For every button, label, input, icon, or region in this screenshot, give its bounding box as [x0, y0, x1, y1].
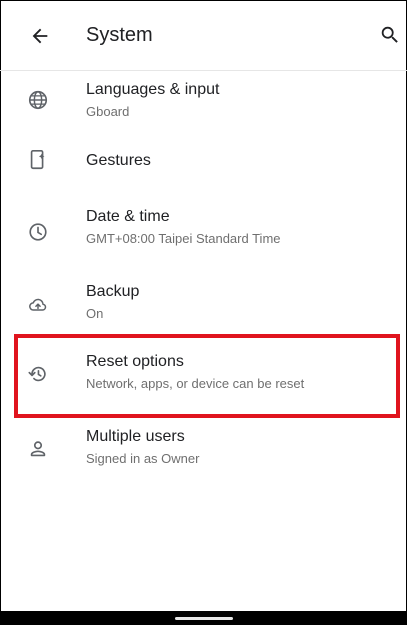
setting-item-label: Backup [86, 283, 140, 300]
cloud-upload-icon [26, 293, 50, 317]
setting-item-label: Multiple users [86, 428, 185, 445]
home-gesture-handle[interactable] [175, 617, 233, 620]
setting-item-label: Languages & input [86, 81, 220, 98]
header-divider [0, 70, 407, 71]
search-icon [381, 26, 398, 43]
app-bar: System [0, 0, 407, 70]
highlight-box [14, 334, 400, 418]
setting-item-label: Gestures [86, 152, 151, 169]
setting-item-summary: Gboard [86, 104, 130, 119]
search-button[interactable] [377, 22, 403, 48]
setting-item-date-time[interactable]: Date & time GMT+08:00 Taipei Standard Ti… [0, 198, 407, 262]
setting-item-gestures[interactable]: Gestures [0, 130, 407, 194]
arrow-back-icon [32, 28, 48, 44]
person-icon [26, 437, 50, 461]
page-title: System [86, 24, 153, 46]
setting-item-summary: On [86, 306, 104, 321]
setting-item-multiple-users[interactable]: Multiple users Signed in as Owner [0, 422, 407, 486]
back-button[interactable] [26, 22, 54, 50]
gesture-phone-icon [26, 148, 50, 172]
setting-item-summary: Signed in as Owner [86, 451, 200, 466]
globe-icon [26, 88, 50, 112]
setting-item-languages[interactable]: Languages & input Gboard [0, 72, 407, 136]
clock-icon [26, 220, 50, 244]
setting-item-summary: GMT+08:00 Taipei Standard Time [86, 231, 281, 246]
setting-item-label: Date & time [86, 208, 170, 225]
setting-item-backup[interactable]: Backup On [0, 275, 407, 339]
